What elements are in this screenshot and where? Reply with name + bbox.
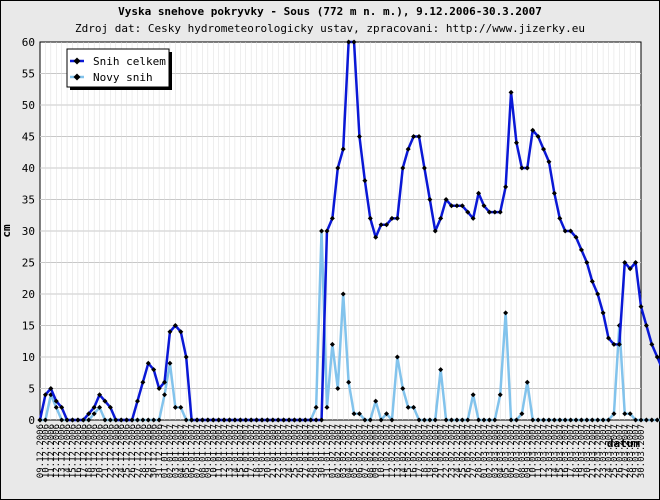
y-axis-label: cm bbox=[0, 224, 13, 238]
legend: Snih celkem Novy snih bbox=[66, 48, 172, 90]
data-point bbox=[649, 417, 655, 423]
y-tick-label: 25 bbox=[22, 257, 35, 270]
data-point bbox=[654, 417, 660, 423]
chart-subtitle: Zdroj dat: Cesky hydrometeorologicky ust… bbox=[75, 22, 585, 35]
y-tick-label: 20 bbox=[22, 288, 35, 301]
y-tick-label: 10 bbox=[22, 351, 35, 364]
x-axis-ticks: 09.12.200610.12.200611.12.200612.12.2006… bbox=[36, 424, 647, 478]
legend-label: Snih celkem bbox=[93, 55, 166, 68]
x-axis-label: datum bbox=[607, 437, 640, 450]
y-tick-label: 50 bbox=[22, 99, 35, 112]
y-axis-ticks: 0 5 10 15 20 25 30 35 40 45 50 55 60 bbox=[22, 36, 35, 427]
y-tick-label: 60 bbox=[22, 36, 35, 49]
snow-depth-chart: Vyska snehove pokryvky - Sous (772 m n. … bbox=[0, 5, 660, 478]
x-tick-label: 30.03.2007 bbox=[637, 424, 647, 478]
y-tick-label: 55 bbox=[22, 68, 35, 81]
y-tick-label: 45 bbox=[22, 131, 35, 144]
y-tick-label: 0 bbox=[28, 414, 35, 427]
chart-title: Vyska snehove pokryvky - Sous (772 m n. … bbox=[118, 5, 542, 18]
y-tick-label: 5 bbox=[28, 383, 35, 396]
y-tick-label: 30 bbox=[22, 225, 35, 238]
y-tick-label: 40 bbox=[22, 162, 35, 175]
y-tick-label: 35 bbox=[22, 194, 35, 207]
y-tick-label: 15 bbox=[22, 320, 35, 333]
data-point bbox=[643, 417, 649, 423]
legend-label: Novy snih bbox=[93, 71, 153, 84]
